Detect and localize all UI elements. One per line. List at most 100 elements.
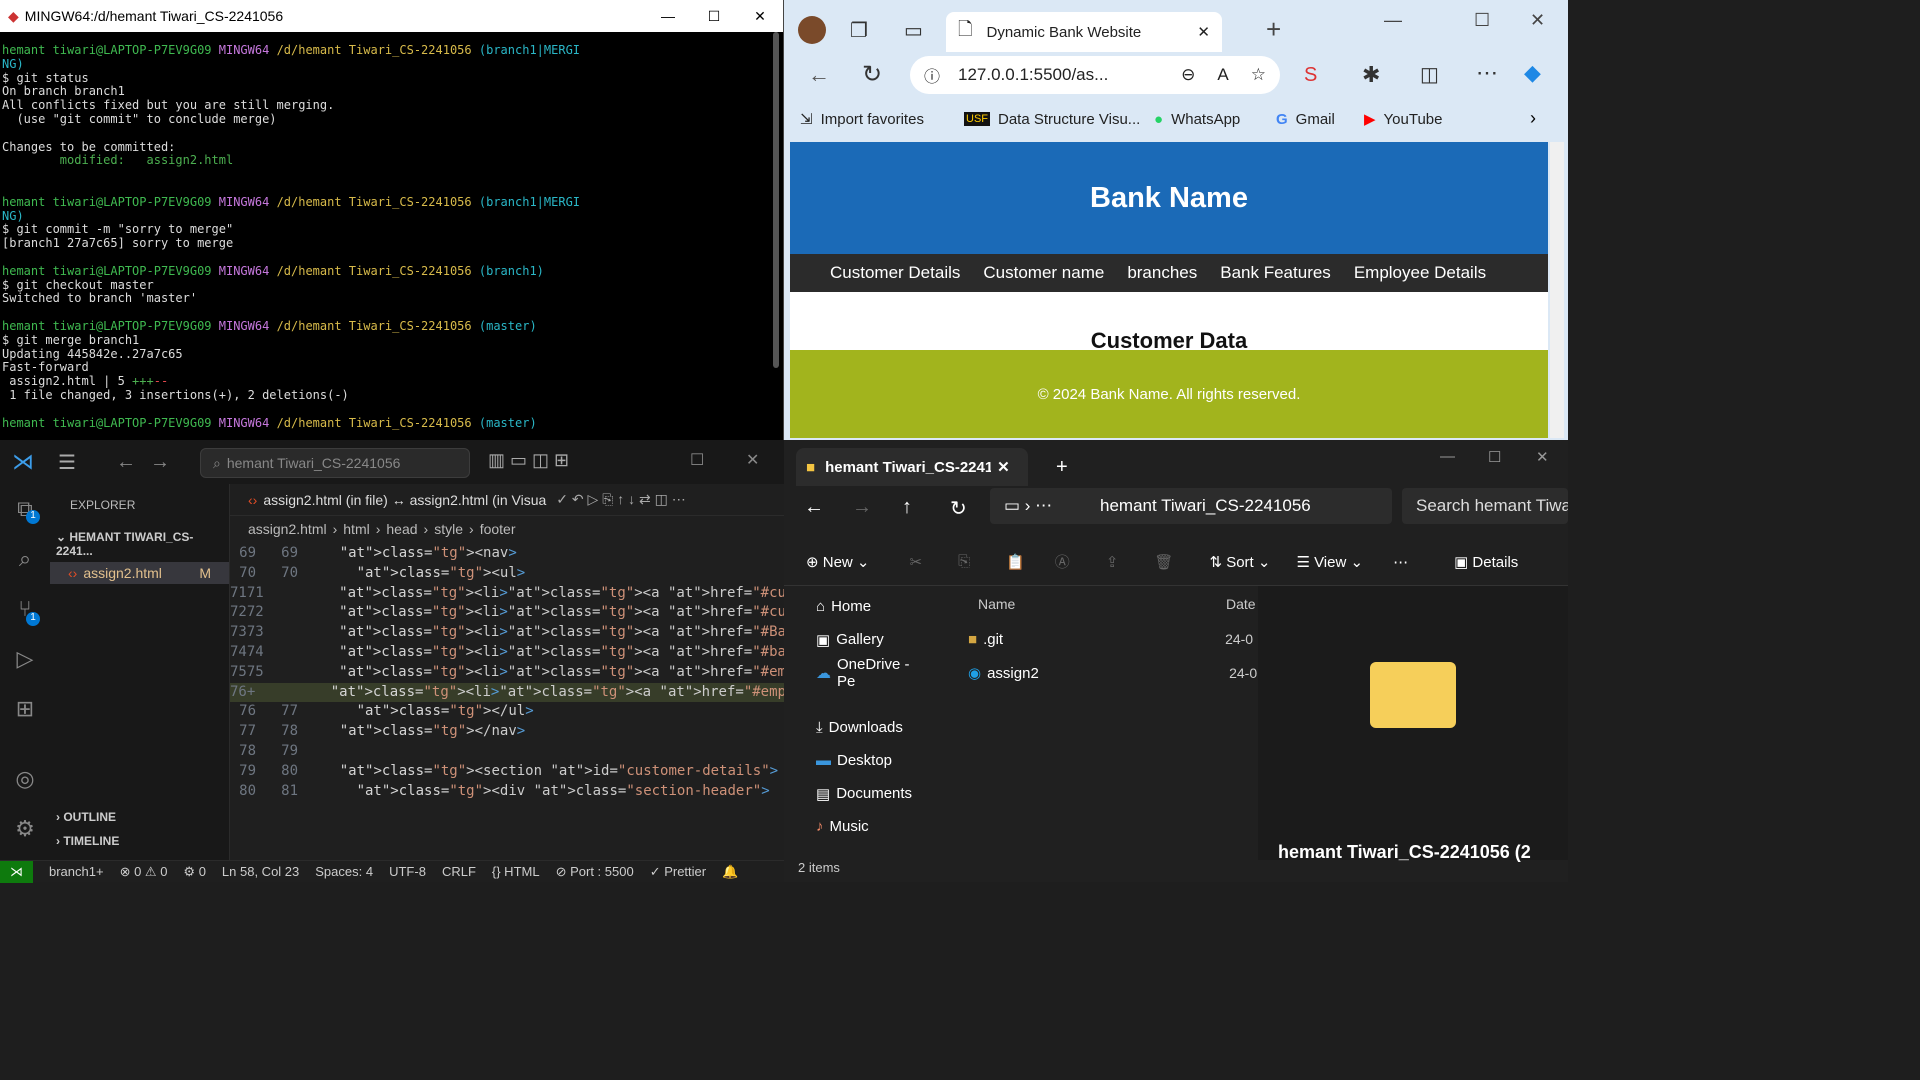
copilot-icon[interactable]: ◆ — [1524, 60, 1541, 86]
outline-section[interactable]: › OUTLINE — [56, 810, 116, 824]
web-viewport[interactable]: Bank Name Customer Details Customer name… — [790, 142, 1548, 438]
file-item[interactable]: ‹› assign2.html M — [50, 562, 229, 584]
terminal-scrollbar[interactable] — [773, 32, 779, 368]
delete-icon[interactable]: 🗑 — [1154, 553, 1173, 571]
back-icon[interactable]: ← — [116, 451, 136, 474]
code-line[interactable]: 70 70 "at">class = "tg" ><ul > — [230, 564, 784, 584]
code-line[interactable]: 74 74 "at">class = "tg" ><li > "at" >class= "tg"… — [230, 643, 1334, 663]
nav-desktop[interactable]: ▬ Desktop — [796, 744, 932, 777]
minimize-button[interactable]: — — [645, 8, 691, 24]
page-scrollbar[interactable] — [1550, 142, 1564, 438]
workspaces-icon[interactable]: ❐ — [850, 18, 868, 43]
tab-actions-icon[interactable]: ▭ — [904, 18, 923, 43]
code-line[interactable]: 71 71 "at">class = "tg" ><li > "at" >class= "tg"… — [230, 584, 1064, 604]
minimize-button[interactable]: — — [1384, 10, 1402, 31]
remote-icon[interactable]: ⋊ — [0, 860, 33, 883]
layout-icon[interactable]: ▥ ▭ ◫ ⊞ — [488, 450, 569, 471]
bookmark-gmail[interactable]: G Gmail — [1276, 104, 1335, 134]
breadcrumb-item[interactable]: html — [343, 521, 369, 537]
nav-link[interactable]: Bank Features — [1220, 263, 1331, 283]
code-line[interactable]: 80 81 "at">class = "tg" ><div "at" >class= "se… — [230, 782, 784, 802]
split-screen-icon[interactable]: ◫ — [1420, 62, 1439, 87]
terminal-window[interactable]: ◆ MINGW64:/d/hemant Tiwari_CS-2241056 — … — [0, 0, 784, 440]
avatar[interactable] — [798, 16, 826, 44]
vscode-window[interactable]: ⋊ ☰ ← → ⌕ hemant Tiwari_CS-2241056 ▥ ▭ ◫ … — [0, 440, 1334, 883]
breadcrumb-item[interactable]: head — [386, 521, 417, 537]
back-icon[interactable]: ← — [808, 62, 830, 88]
more-icon[interactable]: ⋯ — [1393, 553, 1408, 571]
code-line[interactable]: 72 72 "at">class = "tg" ><li > "at" >class= "tg"… — [230, 603, 1334, 623]
breadcrumb-item[interactable]: assign2.html — [248, 521, 327, 537]
nav-link[interactable]: Customer name — [983, 263, 1104, 283]
path-bar[interactable]: ▭ › ⋯ hemant Tiwari_CS-2241056 — [990, 488, 1392, 524]
maximize-button[interactable]: ☐ — [1488, 448, 1501, 466]
timeline-section[interactable]: › TIMELINE — [56, 834, 119, 848]
rename-icon[interactable]: Ⓐ — [1055, 551, 1070, 572]
status-indent[interactable]: Spaces: 4 — [315, 864, 373, 879]
close-tab-icon[interactable]: ✕ — [1197, 23, 1210, 41]
code-line[interactable]: 77 78 "at">class = "tg" ></nav > — [230, 722, 784, 742]
nav-link[interactable]: branches — [1127, 263, 1197, 283]
code-line[interactable]: 73 73 "at">class = "tg" ><li > "at" >class= "tg"… — [230, 623, 1309, 643]
breadcrumb-item[interactable]: style — [434, 521, 463, 537]
status-language[interactable]: {} HTML — [492, 864, 540, 879]
status-cursor[interactable]: Ln 58, Col 23 — [222, 864, 299, 879]
nav-link[interactable]: Employee Details — [1354, 263, 1486, 283]
chevron-right-icon[interactable]: › — [1530, 108, 1536, 129]
details-button[interactable]: ▣ Details — [1454, 553, 1518, 571]
nav-onedrive[interactable]: ☁ OneDrive - Pe — [796, 656, 932, 690]
nav-documents[interactable]: ▤ Documents — [796, 777, 932, 810]
run-debug-icon[interactable]: ▷ — [0, 634, 50, 684]
status-encoding[interactable]: UTF-8 — [389, 864, 426, 879]
new-tab-button[interactable]: + — [1056, 456, 1068, 479]
sort-button[interactable]: ⇅ Sort ⌄ — [1209, 553, 1270, 571]
editor-tab[interactable]: ‹› assign2.html (in file) ↔ assign2.html … — [230, 484, 784, 516]
settings-gear-icon[interactable]: ⚙ — [0, 804, 50, 854]
cut-icon[interactable]: ✂ — [910, 553, 923, 571]
maximize-button[interactable]: ☐ — [691, 8, 737, 25]
code-line[interactable]: 75 75 "at">class = "tg" ><li > "at" >class= "tg"… — [230, 663, 1064, 683]
zoom-icon[interactable]: ⊖ — [1181, 65, 1195, 85]
bell-icon[interactable]: 🔔 — [722, 864, 738, 880]
copy-icon[interactable]: ⎘ — [958, 553, 970, 570]
close-button[interactable]: ✕ — [737, 8, 783, 25]
code-line[interactable]: 79 80 "at">class = "tg" ><section "at" >id= "c… — [230, 762, 784, 782]
bookmark-youtube[interactable]: ▶ YouTube — [1364, 104, 1443, 134]
refresh-icon[interactable]: ↻ — [862, 60, 882, 89]
status-ports[interactable]: ⚙ 0 — [183, 864, 206, 880]
maximize-button[interactable]: ☐ — [690, 450, 704, 470]
favorite-star-icon[interactable]: ☆ — [1251, 65, 1266, 85]
status-branch[interactable]: branch1+ — [49, 864, 104, 879]
bookmark-dsv[interactable]: USF Data Structure Visu... — [964, 104, 1140, 134]
code-lines[interactable]: 69 69 "at">class = "tg" ><nav >70 70 "at">clas… — [230, 544, 1334, 802]
search-icon[interactable]: ⌕ — [0, 534, 50, 584]
up-icon[interactable]: ↑ — [902, 496, 912, 519]
code-line[interactable]: 78 79 — [230, 742, 784, 762]
folder-header[interactable]: ⌄ HEMANT TIWARI_CS-2241... — [50, 526, 229, 562]
new-tab-button[interactable]: + — [1266, 14, 1281, 45]
editor-area[interactable]: ‹› assign2.html (in file) ↔ assign2.html … — [230, 484, 1334, 860]
new-button[interactable]: ⊕ New ⌄ — [806, 553, 870, 571]
back-icon[interactable]: ← — [804, 496, 824, 519]
file-explorer-window[interactable]: ■ hemant Tiwari_CS-2241056 ✕ + — ☐ ✕ ← →… — [784, 440, 1568, 882]
share-icon[interactable]: ⇪ — [1106, 553, 1119, 571]
editor-actions-icon[interactable]: ✓ ↶ ▷ ⎘ ↑ ↓ ⇄ ◫ ⋯ — [556, 491, 686, 508]
search-box[interactable]: Search hemant Tiwari — [1402, 488, 1568, 524]
bookmark-import[interactable]: ⇲ Import favorites — [800, 104, 924, 134]
list-item[interactable]: ◉ assign2 24-0 — [952, 656, 1258, 690]
forward-icon[interactable]: → — [150, 451, 170, 474]
nav-gallery[interactable]: ▣ Gallery — [796, 623, 932, 656]
paste-icon[interactable]: 📋 — [1006, 553, 1025, 571]
column-name[interactable]: Name — [978, 596, 1226, 612]
more-menu-icon[interactable]: ⋯ — [1476, 60, 1498, 86]
refresh-icon[interactable]: ↻ — [950, 496, 967, 521]
close-button[interactable]: ✕ — [1536, 448, 1549, 466]
status-live-server[interactable]: ⊘ Port : 5500 — [556, 864, 634, 880]
nav-downloads[interactable]: ⤓ Downloads — [796, 711, 932, 744]
close-button[interactable]: ✕ — [746, 450, 759, 470]
source-control-icon[interactable]: ⑂ — [0, 584, 50, 634]
forward-icon[interactable]: → — [852, 496, 872, 519]
close-button[interactable]: ✕ — [1530, 10, 1545, 31]
maximize-button[interactable]: ☐ — [1474, 10, 1490, 31]
nav-music[interactable]: ♪ Music — [796, 810, 932, 843]
